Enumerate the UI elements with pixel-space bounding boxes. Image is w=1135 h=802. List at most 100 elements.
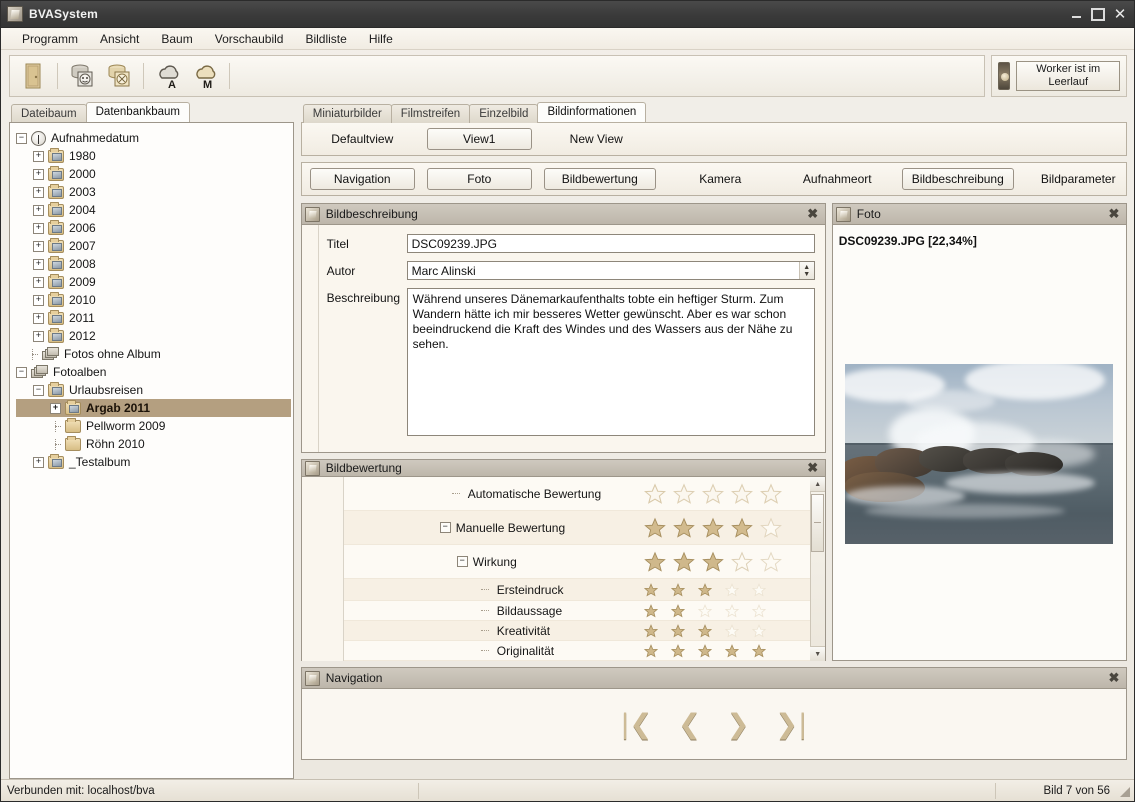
tree-node-fotoalben[interactable]: − Fotoalben	[16, 363, 291, 381]
rating-row-originalitaet[interactable]: Originalität	[343, 641, 810, 661]
star-filled-icon[interactable]	[643, 582, 658, 597]
tab-bildinformationen[interactable]: Bildinformationen	[537, 102, 647, 122]
expander-icon[interactable]: −	[33, 384, 44, 396]
expander-icon[interactable]: +	[33, 312, 44, 324]
close-icon[interactable]: ✖	[1106, 206, 1122, 222]
rating-scrollbar[interactable]: ▲ ▼	[809, 477, 826, 661]
section-button-bildbewertung[interactable]: Bildbewertung	[543, 168, 656, 190]
expander-icon[interactable]: +	[33, 294, 44, 306]
star-filled-icon[interactable]	[701, 551, 724, 573]
view-button-defaultview[interactable]: Defaultview	[310, 128, 415, 150]
view-button-new-view[interactable]: New View	[544, 128, 649, 150]
tree-node-urlaubsreisen[interactable]: − Urlaubsreisen	[16, 381, 291, 399]
minimize-button[interactable]	[1066, 5, 1086, 23]
titel-input[interactable]: DSC09239.JPG	[406, 234, 815, 253]
tree-node-2008[interactable]: + 2008	[16, 255, 291, 273]
section-button-kamera[interactable]: Kamera	[668, 168, 773, 190]
star-filled-icon[interactable]	[697, 643, 712, 658]
menu-item-ansicht[interactable]: Ansicht	[89, 30, 150, 48]
rating-row-kreativitaet[interactable]: Kreativität	[343, 621, 810, 641]
star-empty-icon[interactable]	[724, 603, 739, 618]
star-filled-icon[interactable]	[670, 603, 685, 618]
section-button-navigation[interactable]: Navigation	[309, 168, 415, 190]
resize-grip-icon[interactable]	[1116, 783, 1132, 799]
rating-stars-wirkung[interactable]	[643, 551, 782, 573]
expander-icon[interactable]: +	[33, 330, 44, 342]
star-filled-icon[interactable]	[751, 643, 766, 658]
star-outline-icon[interactable]	[672, 482, 695, 505]
menu-item-bildliste[interactable]: Bildliste	[294, 30, 357, 48]
tree-node-2010[interactable]: + 2010	[16, 291, 291, 309]
nav-first-button[interactable]: |❮	[621, 711, 653, 738]
star-empty-icon[interactable]	[759, 551, 782, 573]
star-filled-icon[interactable]	[643, 623, 658, 638]
maximize-button[interactable]	[1088, 5, 1108, 23]
close-icon[interactable]: ✖	[1106, 670, 1122, 686]
star-filled-icon[interactable]	[697, 623, 712, 638]
star-filled-icon[interactable]	[670, 643, 685, 658]
rating-stars-ersteindruck[interactable]	[643, 582, 766, 597]
close-icon[interactable]: ✖	[805, 206, 821, 222]
tree-node-testalbum[interactable]: + _Testalbum	[16, 453, 291, 471]
exit-door-icon[interactable]	[16, 59, 50, 93]
star-empty-icon[interactable]	[751, 603, 766, 618]
tree-node-2009[interactable]: + 2009	[16, 273, 291, 291]
foto-image-wrap[interactable]	[833, 248, 1126, 660]
expander-icon[interactable]: +	[33, 186, 44, 198]
photo-preview-image[interactable]	[845, 364, 1114, 544]
expander-icon[interactable]: +	[33, 276, 44, 288]
star-empty-icon[interactable]	[751, 623, 766, 638]
expander-icon[interactable]: +	[33, 222, 44, 234]
tab-miniaturbilder[interactable]: Miniaturbilder	[302, 104, 392, 123]
tree-node-pellworm-2009[interactable]: Pellworm 2009	[16, 417, 291, 435]
view-button-view1[interactable]: View1	[426, 128, 532, 150]
nav-next-button[interactable]: ❯	[727, 711, 750, 738]
rating-row-automatische-bewertung[interactable]: Automatische Bewertung	[343, 477, 810, 511]
close-icon[interactable]: ✖	[805, 460, 821, 476]
rating-stars-originalitaet[interactable]	[643, 643, 766, 658]
star-filled-icon[interactable]	[643, 643, 658, 658]
star-filled-icon[interactable]	[670, 582, 685, 597]
scroll-up-button[interactable]: ▲	[810, 477, 826, 492]
tree-node-2006[interactable]: + 2006	[16, 219, 291, 237]
menu-item-vorschaubild[interactable]: Vorschaubild	[204, 30, 295, 48]
star-empty-icon[interactable]	[724, 582, 739, 597]
expander-icon[interactable]: +	[33, 240, 44, 252]
autor-input[interactable]: Marc Alinski ▲ ▼	[406, 261, 815, 280]
star-filled-icon[interactable]	[730, 517, 753, 539]
database-connect-icon[interactable]	[65, 59, 99, 93]
expander-icon[interactable]: +	[50, 402, 61, 414]
star-filled-icon[interactable]	[643, 551, 666, 573]
database-disconnect-icon[interactable]	[102, 59, 136, 93]
star-filled-icon[interactable]	[672, 517, 695, 539]
rating-row-ersteindruck[interactable]: Ersteindruck	[343, 579, 810, 601]
star-empty-icon[interactable]	[730, 551, 753, 573]
star-filled-icon[interactable]	[670, 623, 685, 638]
rating-row-manuelle-bewertung[interactable]: − Manuelle Bewertung	[343, 511, 810, 545]
star-outline-icon[interactable]	[730, 482, 753, 505]
tree-node-aufnahmedatum[interactable]: − Aufnahmedatum	[16, 129, 291, 147]
expander-icon[interactable]: +	[33, 258, 44, 270]
star-filled-icon[interactable]	[643, 603, 658, 618]
scroll-down-button[interactable]: ▼	[810, 646, 826, 661]
section-button-bildparameter[interactable]: Bildparameter	[1026, 168, 1131, 190]
expander-icon[interactable]: −	[456, 556, 468, 567]
star-filled-icon[interactable]	[697, 582, 712, 597]
rating-row-bildaussage[interactable]: Bildaussage	[343, 601, 810, 621]
section-button-aufnahmeort[interactable]: Aufnahmeort	[785, 168, 890, 190]
tree-node-2003[interactable]: + 2003	[16, 183, 291, 201]
star-empty-icon[interactable]	[724, 623, 739, 638]
expander-icon[interactable]: +	[33, 168, 44, 180]
tree-node-argab-2011[interactable]: + Argab 2011	[16, 399, 291, 417]
expander-icon[interactable]: −	[16, 132, 27, 144]
expander-icon[interactable]: +	[33, 150, 44, 162]
expander-icon[interactable]: +	[33, 204, 44, 216]
tab-filmstreifen[interactable]: Filmstreifen	[390, 104, 471, 123]
worker-status-button[interactable]: Worker ist im Leerlauf	[1016, 61, 1120, 91]
database-tree-panel[interactable]: − Aufnahmedatum + 1980 + 2000 + 2003 + 2…	[9, 122, 294, 779]
rating-stars-automatic[interactable]	[643, 482, 782, 505]
cloud-auto-icon[interactable]: A	[151, 59, 185, 93]
star-filled-icon[interactable]	[701, 517, 724, 539]
section-button-foto[interactable]: Foto	[426, 168, 532, 190]
star-outline-icon[interactable]	[701, 482, 724, 505]
